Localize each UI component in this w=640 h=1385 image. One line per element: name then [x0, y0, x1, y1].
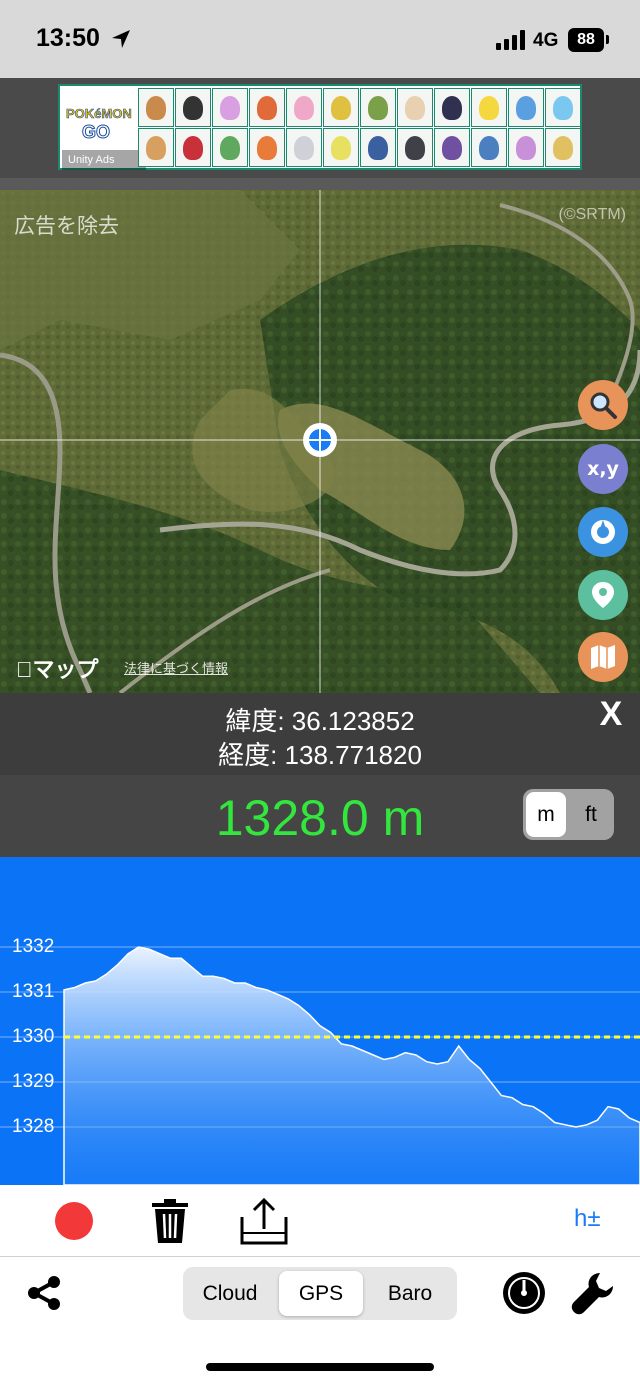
unit-meters[interactable]: m [526, 792, 566, 837]
export-icon [240, 1197, 288, 1245]
ad-thumbnail [397, 88, 433, 127]
unit-toggle[interactable]: m ft [523, 789, 614, 840]
coordinates-button[interactable]: x,y [578, 444, 628, 494]
close-button[interactable]: X [590, 693, 632, 735]
ad-thumbnail [545, 88, 581, 127]
ad-thumbnail [471, 88, 507, 127]
ad-brand: POKéMON [66, 106, 132, 122]
ad-thumbnail [360, 88, 396, 127]
mode-baro[interactable]: Baro [367, 1271, 453, 1316]
share-button[interactable] [16, 1265, 72, 1321]
ad-thumbnail [249, 128, 285, 167]
source-selector[interactable]: Cloud GPS Baro [183, 1267, 457, 1320]
map-type-button[interactable] [578, 632, 628, 682]
trash-icon [152, 1199, 188, 1243]
bottom-bar: Cloud GPS Baro [0, 1257, 640, 1385]
latitude-value: 36.123852 [291, 706, 415, 736]
altitude-panel: 1328.0 m m ft [0, 775, 640, 857]
ad-provider: Unity Ads [62, 150, 146, 170]
altitude-chart [0, 946, 640, 1185]
coordinates-panel: 緯度: 36.123852 経度: 138.771820 X [0, 693, 640, 775]
apple-logo-icon:  [16, 657, 33, 682]
mode-gps[interactable]: GPS [279, 1271, 363, 1316]
latitude-row: 緯度: 36.123852 [0, 701, 640, 738]
location-pin-icon [592, 582, 614, 608]
gauge-icon [503, 1272, 545, 1314]
maps-logo-text: マップ [16, 657, 99, 682]
y-tick-label: 1331 [12, 981, 55, 1002]
location-pin-button[interactable] [578, 570, 628, 620]
terrain-credit: (©SRTM) [558, 206, 626, 223]
ad-thumbnail [323, 128, 359, 167]
altitude-area [63, 946, 640, 1185]
ad-thumbnail [138, 128, 174, 167]
search-icon [590, 392, 617, 419]
battery-cap [606, 35, 609, 44]
cellular-signal-icon [496, 30, 525, 50]
ad-thumbnail [508, 128, 544, 167]
ad-thumbnail [286, 88, 322, 127]
latitude-label: 緯度: [225, 706, 285, 736]
ad-thumbnail [212, 88, 248, 127]
ad-thumbnail [286, 128, 322, 167]
apple-maps-logo: マップ [16, 652, 99, 684]
unit-feet[interactable]: ft [571, 792, 611, 837]
search-button[interactable] [578, 380, 628, 430]
ad-logo: POKéMON GO Unity Ads [62, 88, 146, 170]
network-type: 4G [533, 30, 559, 51]
location-arrow-icon [112, 30, 130, 48]
y-tick-label: 1329 [12, 1071, 55, 1092]
ad-thumbnail [434, 128, 470, 167]
status-time: 13:50 [36, 24, 100, 52]
settings-button[interactable] [566, 1265, 622, 1321]
gauge-button[interactable] [496, 1265, 552, 1321]
ad-thumbnail [508, 88, 544, 127]
compass-button[interactable] [578, 507, 628, 557]
ad-thumbnail [175, 128, 211, 167]
ad-thumbnail [323, 88, 359, 127]
y-tick-label: 1332 [12, 936, 55, 957]
height-adjust-button[interactable]: h± [574, 1205, 601, 1233]
ad-thumbnail [175, 88, 211, 127]
y-tick-label: 1330 [12, 1026, 55, 1047]
export-button[interactable] [236, 1193, 292, 1249]
satellite-map[interactable]: 広告を除去 (©SRTM) x,y マップ 法律に基づく情報 [0, 190, 640, 693]
wrench-icon [571, 1273, 613, 1315]
record-icon [55, 1202, 93, 1240]
longitude-row: 経度: 138.771820 [0, 735, 640, 772]
altitude-graph[interactable]: 1332 1331 1330 1329 1328 [0, 857, 640, 1185]
folded-map-icon [591, 645, 615, 669]
y-tick-label: 1328 [12, 1116, 55, 1137]
ad-thumbnail [471, 128, 507, 167]
longitude-value: 138.771820 [284, 740, 422, 770]
xy-label: x,y [587, 458, 619, 480]
battery-icon: 88 [568, 28, 604, 52]
record-button[interactable] [46, 1193, 102, 1249]
ad-thumbnail [434, 88, 470, 127]
ad-brand-sub: GO [81, 122, 111, 143]
compass-icon [591, 520, 615, 544]
status-bar: 13:50 4G 88 [0, 0, 640, 78]
share-icon [28, 1276, 60, 1310]
home-indicator [206, 1363, 434, 1371]
ad-image-grid [138, 88, 581, 167]
ad-content[interactable]: POKéMON GO Unity Ads [58, 84, 582, 170]
remove-ads-link[interactable]: 広告を除去 [14, 210, 119, 240]
graph-toolbar: h± [0, 1185, 640, 1257]
crosshair-icon [303, 423, 337, 457]
legal-link[interactable]: 法律に基づく情報 [124, 658, 228, 677]
longitude-label: 経度: [218, 740, 278, 770]
ad-thumbnail [397, 128, 433, 167]
ad-thumbnail [249, 88, 285, 127]
ad-thumbnail [360, 128, 396, 167]
ad-thumbnail [212, 128, 248, 167]
delete-button[interactable] [142, 1193, 198, 1249]
ad-divider [0, 178, 640, 190]
ad-banner[interactable]: POKéMON GO Unity Ads [0, 78, 640, 178]
ad-thumbnail [545, 128, 581, 167]
mode-cloud[interactable]: Cloud [187, 1271, 273, 1316]
ad-thumbnail [138, 88, 174, 127]
